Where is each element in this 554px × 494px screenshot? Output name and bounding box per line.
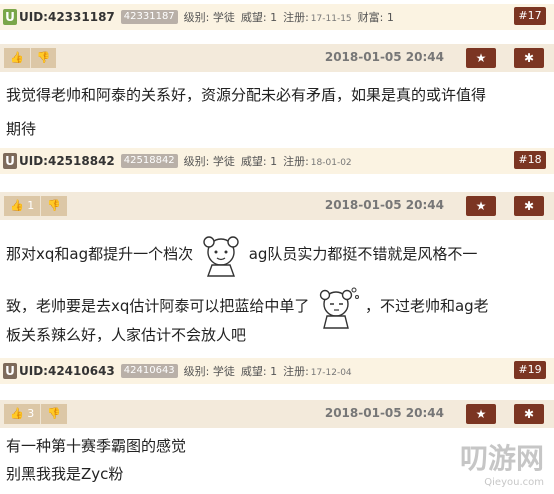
post-18-content: 那对xq和ag都提升一个档次 ag队员实力都挺不错就是风格不一 致，老帅要是去x… xyxy=(6,228,548,352)
floor-badge[interactable]: #17 xyxy=(514,7,546,25)
uid-label[interactable]: UID:42410643 xyxy=(19,364,115,378)
post-text-segment: ag队员实力都挺不错就是风格不一 xyxy=(248,245,478,263)
site-watermark: 叨游网 Qieyou.com xyxy=(460,437,544,488)
user-level: 级别: 学徒 xyxy=(183,11,235,24)
post-18-user-bar: U UID:42518842 42518842 级别: 学徒 威望: 1 注册:… xyxy=(0,148,554,174)
emoticon-sticker-icon xyxy=(203,235,239,277)
user-reg-date: 17-11-15 xyxy=(310,13,352,24)
user-badge-icon: U xyxy=(3,363,17,379)
user-badge-icon: U xyxy=(3,9,17,25)
watermark-text: 叨游网 xyxy=(459,442,544,475)
like-count: 1 xyxy=(27,199,35,212)
uid-chip: 42410643 xyxy=(120,364,178,378)
settings-button[interactable]: ✱ xyxy=(514,404,544,424)
star-icon: ★ xyxy=(475,407,487,421)
watermark-url: Qieyou.com xyxy=(484,477,544,488)
user-level: 级别: 学徒 xyxy=(183,365,235,378)
thumb-up-icon: 👍 xyxy=(10,51,24,64)
user-fame: 威望: 1 xyxy=(240,365,278,378)
post-text-segment: 致，老帅要是去xq估计阿泰可以把蓝给中单了 xyxy=(6,297,310,315)
post-text-line: 我觉得老帅和阿泰的关系好，资源分配未必有矛盾，如果是真的或许值得 xyxy=(6,86,487,104)
post-19-action-bar: 👍 3 👎 2018-01-05 20:44 ★ ✱ xyxy=(0,400,554,428)
star-icon: ★ xyxy=(475,51,487,65)
user-reg-date: 18-01-02 xyxy=(310,157,352,168)
floor-badge[interactable]: #19 xyxy=(514,361,546,379)
uid-label[interactable]: UID:42331187 xyxy=(19,10,115,24)
post-17-user-bar: U UID:42331187 42331187 级别: 学徒 威望: 1 注册:… xyxy=(0,4,554,30)
user-reg-date: 17-12-04 xyxy=(310,367,352,378)
user-wealth: 财富: 1 xyxy=(357,11,394,24)
post-date: 2018-01-05 20:44 xyxy=(324,198,444,212)
post-text-line: 期待 xyxy=(6,120,37,138)
uid-label[interactable]: UID:42518842 xyxy=(19,154,115,168)
post-date: 2018-01-05 20:44 xyxy=(324,406,444,420)
post-text-segment: 那对xq和ag都提升一个档次 xyxy=(6,245,194,263)
favorite-button[interactable]: ★ xyxy=(466,404,496,424)
favorite-button[interactable]: ★ xyxy=(466,48,496,68)
star-icon: ★ xyxy=(475,199,487,213)
settings-button[interactable]: ✱ xyxy=(514,196,544,216)
thumb-down-icon: 👎 xyxy=(47,199,61,212)
thumb-up-button[interactable]: 👍 3 xyxy=(4,404,41,424)
thumb-down-button[interactable]: 👎 xyxy=(29,48,57,68)
gear-icon: ✱ xyxy=(523,51,535,65)
post-text-segment: ，不过老帅和ag老 xyxy=(364,297,489,315)
user-reg-label: 注册: xyxy=(283,155,309,168)
thumb-down-button[interactable]: 👎 xyxy=(40,196,67,216)
user-reg-label: 注册: xyxy=(283,11,309,24)
post-19-user-bar: U UID:42410643 42410643 级别: 学徒 威望: 1 注册:… xyxy=(0,358,554,384)
gear-icon: ✱ xyxy=(523,407,535,421)
thumb-down-button[interactable]: 👎 xyxy=(40,404,67,424)
user-badge-icon: U xyxy=(3,153,17,169)
post-17-content: 我觉得老帅和阿泰的关系好，资源分配未必有矛盾，如果是真的或许值得 期待 xyxy=(6,78,548,146)
uid-chip: 42331187 xyxy=(120,10,178,24)
thumb-down-icon: 👎 xyxy=(36,51,51,64)
post-18-action-bar: 👍 1 👎 2018-01-05 20:44 ★ ✱ xyxy=(0,192,554,220)
floor-badge[interactable]: #18 xyxy=(514,151,546,169)
uid-chip: 42518842 xyxy=(120,154,178,168)
thumb-up-button[interactable]: 👍 1 xyxy=(4,196,41,216)
post-17-action-bar: 👍 👎 2018-01-05 20:44 ★ ✱ xyxy=(0,44,554,72)
post-date: 2018-01-05 20:44 xyxy=(324,50,444,64)
thumb-up-icon: 👍 xyxy=(10,199,24,212)
thumb-up-icon: 👍 xyxy=(10,407,24,420)
thumb-up-button[interactable]: 👍 xyxy=(4,48,30,68)
user-reg-label: 注册: xyxy=(283,365,309,378)
thumb-down-icon: 👎 xyxy=(47,407,61,420)
user-fame: 威望: 1 xyxy=(240,155,278,168)
emoticon-sticker-icon xyxy=(319,287,360,329)
like-count: 3 xyxy=(27,407,35,420)
user-fame: 威望: 1 xyxy=(240,11,278,24)
settings-button[interactable]: ✱ xyxy=(514,48,544,68)
user-level: 级别: 学徒 xyxy=(183,155,235,168)
favorite-button[interactable]: ★ xyxy=(466,196,496,216)
gear-icon: ✱ xyxy=(523,199,535,213)
